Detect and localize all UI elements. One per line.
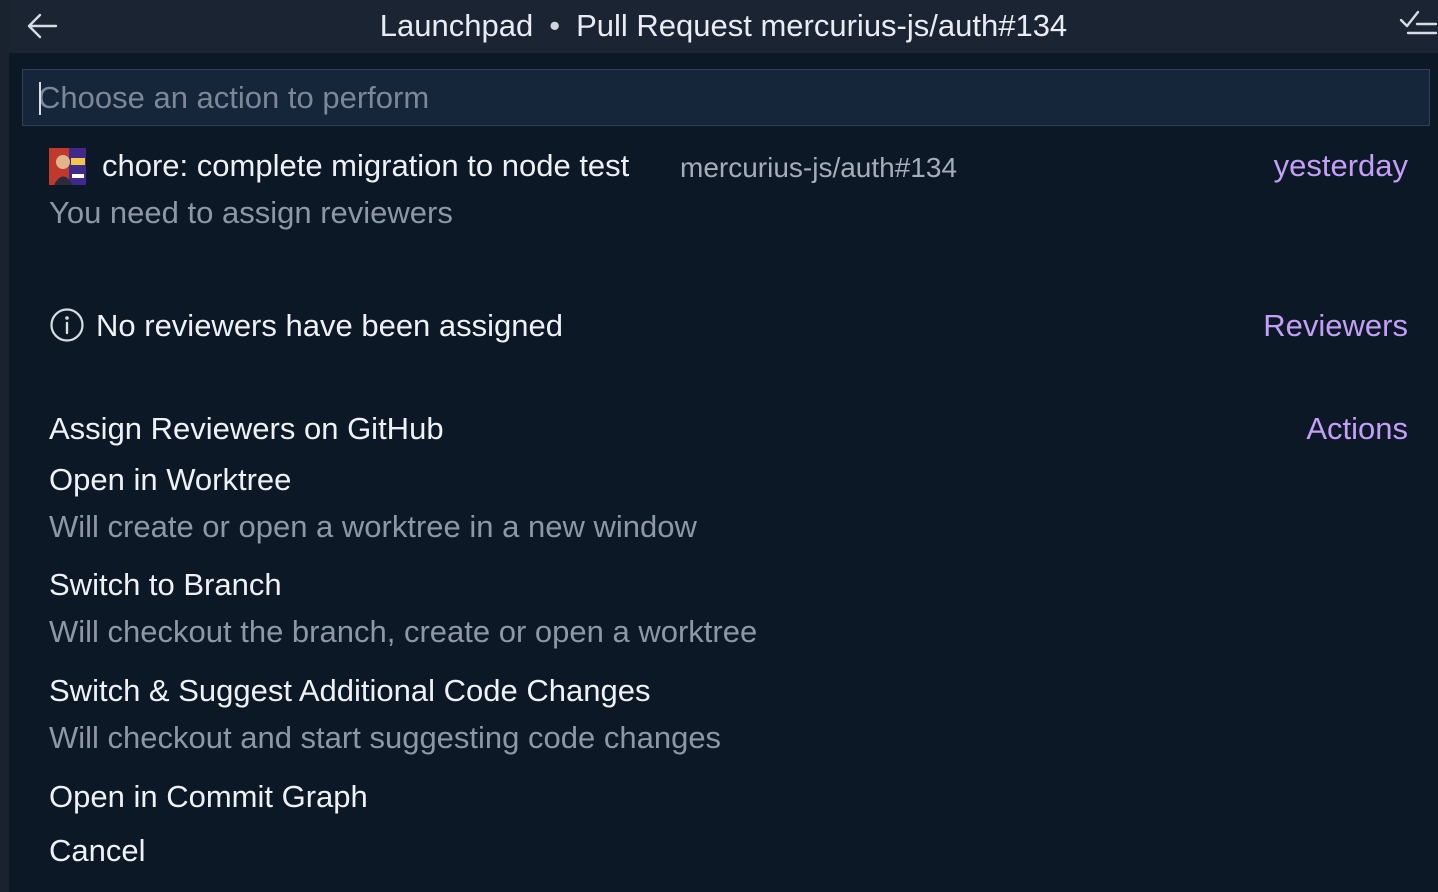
action-title: Open in Commit Graph [49,779,368,814]
pr-reference: mercurius-js/auth#134 [680,152,958,183]
title-separator: • [549,8,561,43]
pr-subtitle: You need to assign reviewers [49,195,453,230]
quick-pick-titlebar: Launchpad • Pull Request mercurius-js/auth… [9,0,1438,53]
app-window: Launchpad • Pull Request mercurius-js/auth… [0,0,1438,892]
background-editor-strip [0,0,9,892]
pull-request-item[interactable]: chore: complete migration to node test m… [49,145,1408,240]
action-title: Assign Reviewers on GitHub [49,411,444,446]
pr-timestamp: yesterday [1273,148,1408,183]
text-caret [39,82,41,115]
reviewers-status-text: No reviewers have been assigned [96,308,563,343]
check-all-icon [1399,10,1438,35]
page-title: Launchpad • Pull Request mercurius-js/auth… [9,8,1438,44]
search-box[interactable] [22,69,1430,126]
action-description: Will checkout the branch, create or open… [49,614,758,649]
pr-title: chore: complete migration to node test [102,148,630,183]
action-title: Cancel [49,833,146,868]
action-item-switch-and-suggest[interactable]: Switch & Suggest Additional Code Changes… [49,673,1408,768]
reviewers-info-row: No reviewers have been assigned Reviewer… [49,305,1408,349]
title-pull-request: Pull Request mercurius-js/auth#134 [576,8,1068,43]
action-item-open-in-worktree[interactable]: Open in Worktree Will create or open a w… [49,462,1408,557]
actions-group-label: Actions [1306,411,1408,446]
action-description: Will create or open a worktree in a new … [49,509,697,544]
quick-pick-palette: Launchpad • Pull Request mercurius-js/auth… [9,0,1438,892]
action-item-cancel[interactable]: Cancel [49,833,1408,877]
action-search-input[interactable] [38,78,1408,118]
action-item-assign-reviewers[interactable]: Assign Reviewers on GitHub Actions [49,411,1408,455]
action-item-switch-to-branch[interactable]: Switch to Branch Will checkout the branc… [49,567,1408,662]
reviewers-group-label: Reviewers [1263,308,1408,343]
title-launchpad: Launchpad [379,8,534,43]
action-item-open-in-commit-graph[interactable]: Open in Commit Graph [49,779,1408,823]
action-title: Open in Worktree [49,462,292,497]
action-title: Switch & Suggest Additional Code Changes [49,673,651,708]
info-circle-icon [50,308,84,342]
toggle-all-button[interactable] [1398,8,1438,42]
user-avatar [49,148,86,185]
action-title: Switch to Branch [49,567,282,602]
action-description: Will checkout and start suggesting code … [49,720,722,755]
